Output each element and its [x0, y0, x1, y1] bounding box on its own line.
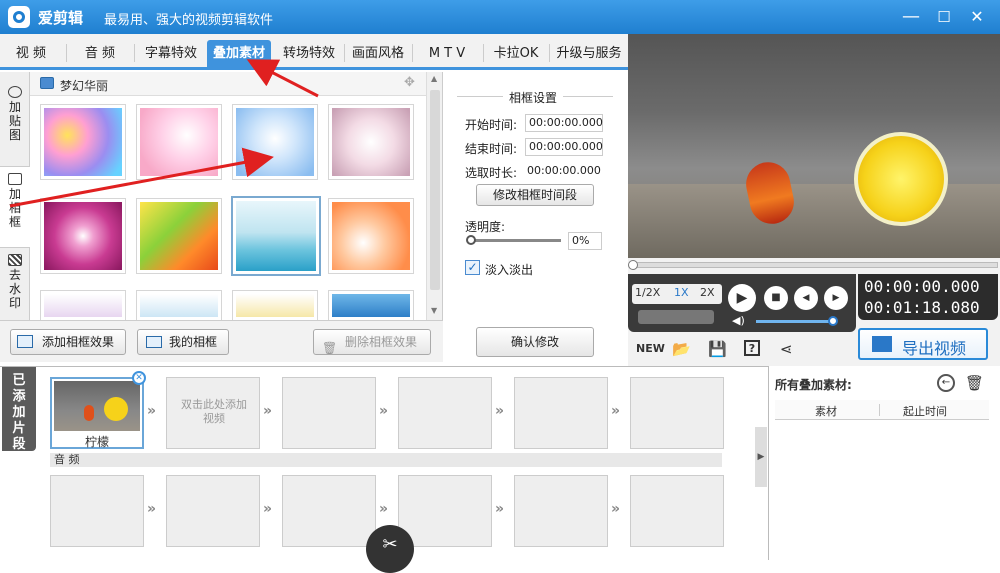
- annotation-arrow-thumbnail: [9, 147, 274, 208]
- annotation-arrow-tab: [246, 59, 319, 98]
- annotation-arrows: [9, 59, 319, 208]
- app-window: 爱剪辑 最易用、强大的视频剪辑软件 — ☐ ✕ 视 频 音 频 字幕特效 叠加素…: [0, 0, 1000, 573]
